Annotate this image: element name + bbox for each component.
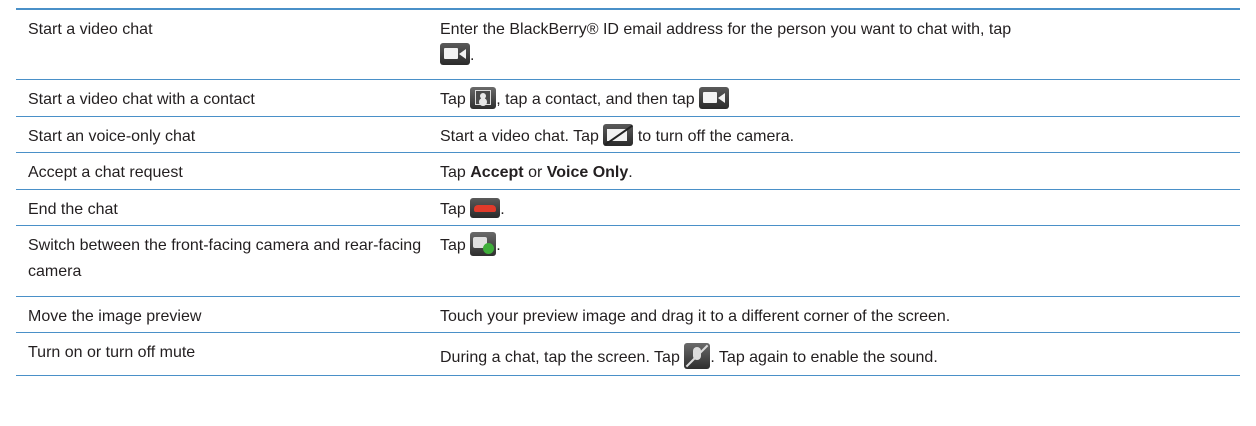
description-text: During a chat, tap the screen. Tap <box>440 349 680 366</box>
description-cell: Enter the BlackBerry® ID email address f… <box>440 10 1240 79</box>
table-row: Start an voice-only chat Start a video c… <box>16 117 1240 153</box>
description-text: . <box>500 201 505 218</box>
description-text: Touch your preview image and drag it to … <box>440 308 951 325</box>
video-camera-icon <box>440 42 470 65</box>
table-row: Switch between the front-facing camera a… <box>16 226 1240 297</box>
switch-camera-icon <box>470 231 497 256</box>
description-cell: Tap Accept or Voice Only. <box>440 153 1240 189</box>
end-call-icon <box>470 197 501 218</box>
description-text: . <box>628 164 633 181</box>
description-cell: During a chat, tap the screen. Tap . Tap… <box>440 333 1240 375</box>
description-text: Enter the BlackBerry® ID email address f… <box>440 21 1012 38</box>
table-row: Start a video chat Enter the BlackBerry®… <box>16 10 1240 80</box>
description-cell: Tap . <box>440 226 1240 296</box>
description-text: . <box>470 47 475 64</box>
description-cell: Tap , tap a contact, and then tap <box>440 80 1240 116</box>
action-cell: Start a video chat with a contact <box>28 91 255 108</box>
table-row: End the chat Tap . <box>16 190 1240 226</box>
action-cell: Accept a chat request <box>28 164 183 181</box>
action-cell: Move the image preview <box>28 308 202 325</box>
help-table: Start a video chat Enter the BlackBerry®… <box>16 8 1240 376</box>
description-text: Tap <box>440 201 466 218</box>
table-row: Turn on or turn off mute During a chat, … <box>16 333 1240 376</box>
mute-microphone-icon <box>684 342 711 369</box>
voice-only-label: Voice Only <box>546 164 629 181</box>
video-camera-icon <box>699 86 730 109</box>
description-text: Tap <box>440 237 466 254</box>
description-text: . <box>496 237 501 254</box>
description-text: Tap <box>440 91 466 108</box>
accept-label: Accept <box>470 164 524 181</box>
camera-off-icon <box>603 123 634 146</box>
table-row: Move the image preview Touch your previe… <box>16 297 1240 333</box>
contacts-icon <box>470 86 497 109</box>
description-cell: Touch your preview image and drag it to … <box>440 297 1240 332</box>
table-row: Start a video chat with a contact Tap , … <box>16 80 1240 117</box>
description-text: to turn off the camera. <box>637 128 795 145</box>
description-cell: Tap . <box>440 190 1240 225</box>
table-row: Accept a chat request Tap Accept or Voic… <box>16 153 1240 190</box>
description-text: Start a video chat. Tap <box>440 128 599 145</box>
description-text: or <box>528 164 543 181</box>
action-cell: Turn on or turn off mute <box>28 344 196 361</box>
action-cell: Switch between the front-facing camera a… <box>28 237 422 280</box>
description-text: Tap <box>440 164 466 181</box>
action-cell: End the chat <box>28 201 118 218</box>
action-cell: Start a video chat <box>28 21 153 38</box>
action-cell: Start an voice-only chat <box>28 128 196 145</box>
description-text: , tap a contact, and then tap <box>496 91 695 108</box>
description-cell: Start a video chat. Tap to turn off the … <box>440 117 1240 152</box>
description-text: . Tap again to enable the sound. <box>710 349 938 366</box>
